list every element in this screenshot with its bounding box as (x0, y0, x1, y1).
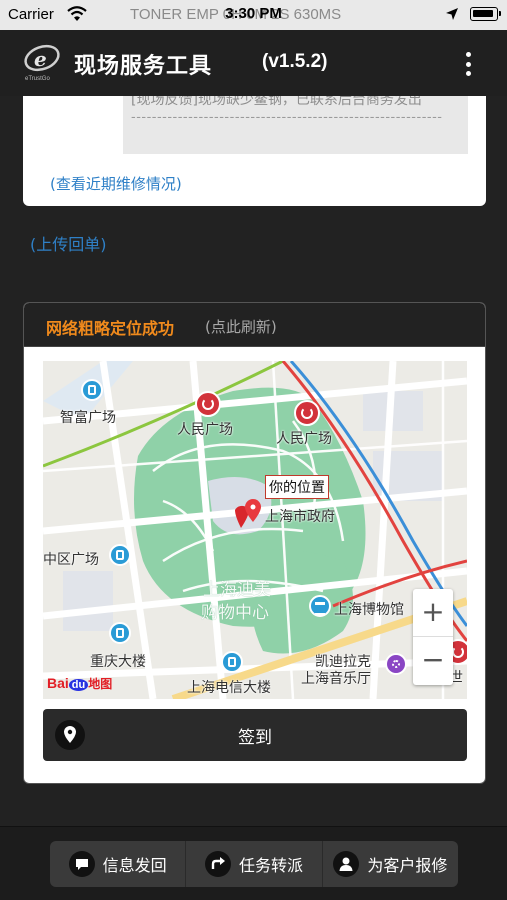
status-bar: TONER EMP 0H 0M 2S 630MS Carrier 3:30 PM (0, 0, 507, 30)
overflow-menu-icon[interactable] (456, 48, 480, 80)
zoom-in-button[interactable]: + (413, 589, 453, 637)
checkin-button[interactable]: 签到 (43, 709, 467, 761)
send-info-label: 信息发回 (102, 856, 167, 875)
map-label-diemei: 上海迪美 (203, 580, 271, 600)
map-label-chongqing: 重庆大楼 (90, 654, 146, 670)
location-header[interactable]: 网络粗略定位成功 (点此刷新) (24, 303, 485, 347)
map-label-renmin: 人民广场 (276, 431, 332, 447)
location-pin-icon[interactable] (233, 498, 265, 532)
battery-icon (470, 7, 501, 21)
bottom-button-group: 信息发回 任务转派 为客户报修 (50, 841, 458, 887)
logo-text: eTrustGo (25, 76, 50, 82)
baidu-logo-du: du (68, 679, 89, 691)
map-view[interactable]: 智富广场 人民广场 人民广场 上海市政府 中区广场 上海迪美 购物中心 上海博物… (43, 361, 467, 699)
repair-info-card: [现场反馈]现场缺少鳌钢，已联系后台商务发出 -----------------… (23, 96, 486, 206)
bus-stop-icon (81, 379, 103, 401)
map-label-telecom: 上海电信大楼 (187, 680, 271, 696)
customer-repair-label: 为客户报修 (367, 856, 448, 875)
recent-repairs-link[interactable]: (查看近期维修情况) (50, 173, 182, 194)
report-text: [现场反馈]现场缺少鳌钢，已联系后台商务发出 (131, 96, 422, 108)
location-status: 网络粗略定位成功 (46, 319, 175, 338)
map-label-gov: 上海市政府 (265, 509, 335, 525)
metro-icon (294, 400, 320, 426)
map-label-zhifu: 智富广场 (60, 410, 116, 426)
report-box: [现场反馈]现场缺少鳌钢，已联系后台商务发出 -----------------… (123, 96, 468, 154)
you-are-here-label: 你的位置 (265, 475, 329, 499)
upload-receipt-link[interactable]: (上传回单) (30, 231, 107, 255)
forward-arrow-icon (204, 851, 231, 877)
app-title: 现场服务工具 (74, 54, 213, 79)
location-arrow-icon (446, 8, 458, 20)
app-version: (v1.5.2) (262, 51, 328, 72)
museum-icon (309, 595, 331, 617)
app-logo-icon: e eTrustGo (24, 44, 60, 82)
checkin-label: 签到 (238, 728, 272, 748)
baidu-map-logo: Bai du 地图 (47, 675, 112, 692)
map-label-mall: 购物中心 (201, 603, 269, 623)
svg-text:e: e (34, 47, 47, 71)
baidu-logo-bai: Bai (47, 675, 69, 691)
report-divider: ----------------------------------------… (131, 110, 443, 125)
metro-icon (195, 391, 221, 417)
bus-stop-icon (109, 544, 131, 566)
app-header: e eTrustGo 现场服务工具 (v1.5.2) (0, 30, 507, 96)
chat-bubble-icon (68, 851, 95, 877)
send-info-button[interactable]: 信息发回 (50, 841, 187, 887)
customer-repair-button[interactable]: 为客户报修 (323, 841, 458, 887)
bottom-action-bar: 信息发回 任务转派 为客户报修 (0, 826, 507, 900)
map-label-renmin: 人民广场 (177, 422, 233, 438)
bus-stop-icon (109, 622, 131, 644)
transfer-task-label: 任务转派 (238, 856, 303, 875)
user-icon (333, 851, 360, 877)
map-label-museum: 上海博物馆 (334, 602, 404, 618)
refresh-link[interactable]: (点此刷新) (205, 316, 277, 337)
bus-stop-icon (221, 651, 243, 673)
cinema-icon (385, 653, 407, 675)
baidu-logo-ditu: 地图 (88, 677, 113, 691)
transfer-task-button[interactable]: 任务转派 (186, 841, 323, 887)
zoom-control: + − (413, 589, 453, 685)
zoom-out-button[interactable]: − (413, 637, 453, 685)
status-time: 3:30 PM (225, 5, 282, 22)
map-label-concert: 上海音乐厅 (301, 671, 371, 687)
location-card: 网络粗略定位成功 (点此刷新) 智富广场 人民广场 人民广场 上海市政府 中区广… (23, 302, 486, 784)
map-label-zhongqu: 中区广场 (43, 552, 99, 568)
